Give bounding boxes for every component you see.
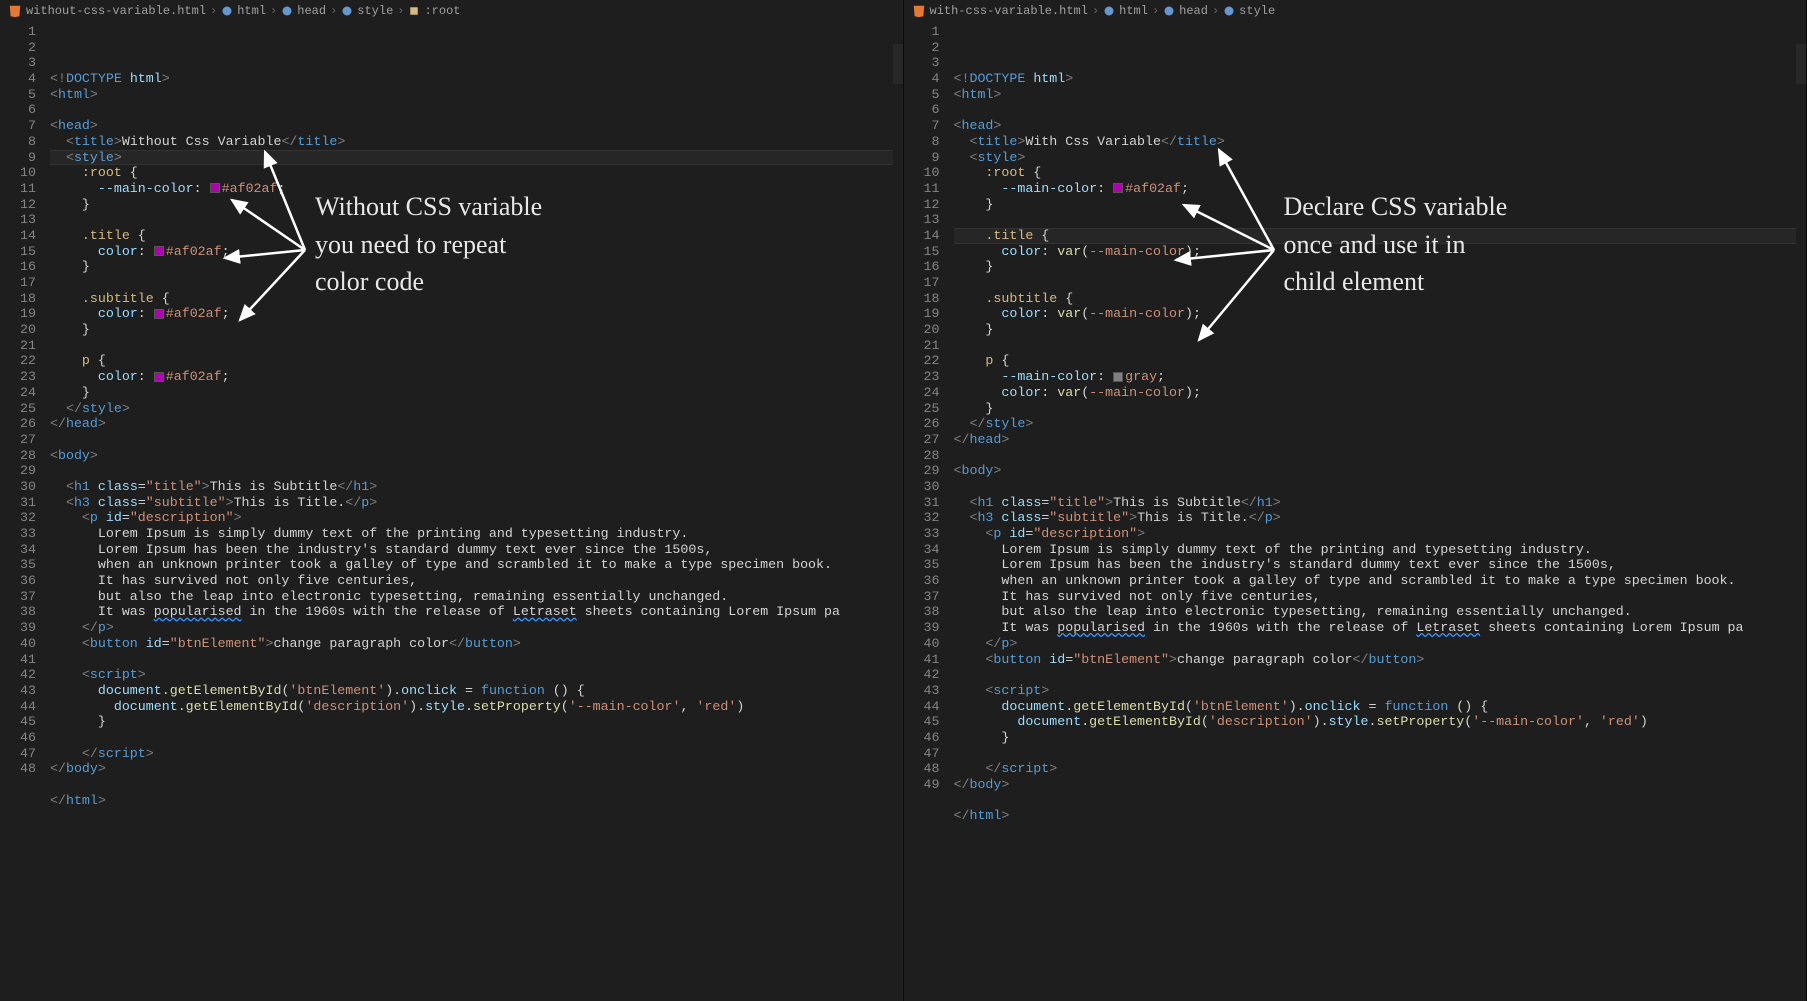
breadcrumb-file[interactable]: without-css-variable.html: [26, 4, 206, 18]
breadcrumb-item[interactable]: html: [237, 4, 266, 18]
css-rule-icon: [408, 5, 420, 17]
code-content[interactable]: <!DOCTYPE html><html><head> <title>Witho…: [50, 22, 903, 1001]
element-icon: [221, 5, 233, 17]
breadcrumb[interactable]: with-css-variable.html › html › head › s…: [904, 0, 1807, 22]
breadcrumb-item[interactable]: style: [357, 4, 393, 18]
breadcrumb-item[interactable]: style: [1239, 4, 1275, 18]
file-html-icon: [8, 4, 22, 18]
chevron-right-icon: ›: [270, 4, 277, 18]
chevron-right-icon: ›: [1212, 4, 1219, 18]
overview-ruler[interactable]: [893, 44, 903, 1001]
breadcrumb-item[interactable]: :root: [424, 4, 460, 18]
element-icon: [281, 5, 293, 17]
chevron-right-icon: ›: [210, 4, 217, 18]
chevron-right-icon: ›: [330, 4, 337, 18]
element-icon: [341, 5, 353, 17]
breadcrumb-item[interactable]: head: [1179, 4, 1208, 18]
overview-ruler[interactable]: [1796, 44, 1806, 1001]
element-icon: [1103, 5, 1115, 17]
file-html-icon: [912, 4, 926, 18]
editor-pane-left: without-css-variable.html › html › head …: [0, 0, 904, 1001]
chevron-right-icon: ›: [1152, 4, 1159, 18]
line-number-gutter: 1234567891011121314151617181920212223242…: [0, 22, 50, 1001]
editor-pane-right: with-css-variable.html › html › head › s…: [904, 0, 1807, 1001]
breadcrumb[interactable]: without-css-variable.html › html › head …: [0, 0, 903, 22]
breadcrumb-item[interactable]: head: [297, 4, 326, 18]
element-icon: [1163, 5, 1175, 17]
breadcrumb-item[interactable]: html: [1119, 4, 1148, 18]
line-number-gutter: 1234567891011121314151617181920212223242…: [904, 22, 954, 1001]
chevron-right-icon: ›: [397, 4, 404, 18]
chevron-right-icon: ›: [1092, 4, 1099, 18]
code-editor[interactable]: 1234567891011121314151617181920212223242…: [0, 22, 903, 1001]
breadcrumb-file[interactable]: with-css-variable.html: [930, 4, 1088, 18]
element-icon: [1223, 5, 1235, 17]
code-editor[interactable]: 1234567891011121314151617181920212223242…: [904, 22, 1807, 1001]
code-content[interactable]: <!DOCTYPE html><html><head> <title>With …: [954, 22, 1807, 1001]
